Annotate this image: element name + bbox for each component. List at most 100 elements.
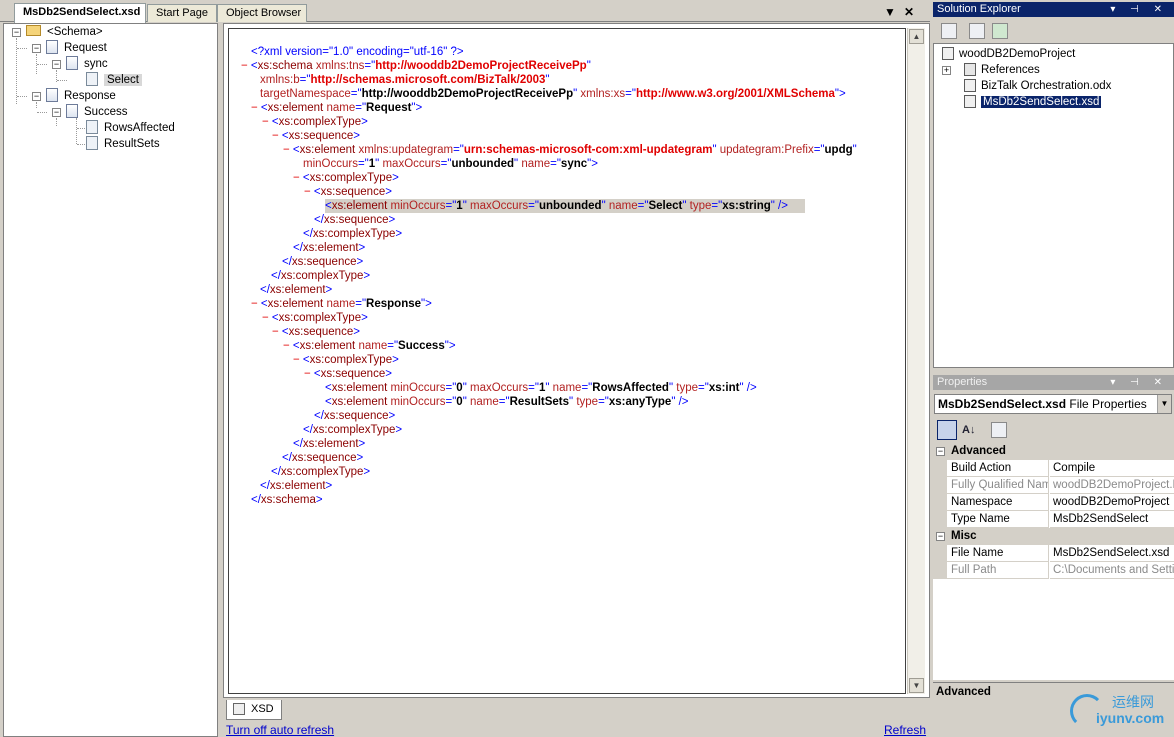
object-selector-dropdown[interactable]: MsDb2SendSelect.xsd File Properties ▼ bbox=[934, 394, 1172, 414]
xml-line: <xs:element minOccurs="0" name="ResultSe… bbox=[325, 396, 689, 408]
alphabetical-icon[interactable]: A↓ bbox=[962, 420, 980, 440]
tree-node-label: Request bbox=[64, 42, 107, 54]
tab-object-browser[interactable]: Object Browser bbox=[217, 4, 307, 22]
xml-line: </xs:element> bbox=[293, 242, 366, 254]
xml-line: <xs:element minOccurs="0" maxOccurs="1" … bbox=[325, 382, 757, 394]
collapse-toggle-schema[interactable]: − bbox=[12, 28, 21, 37]
field-element-icon bbox=[86, 136, 98, 150]
property-row[interactable]: Full PathC:\Documents and Settings bbox=[933, 562, 1174, 579]
xml-line: xmlns:b="http://schemas.microsoft.com/Bi… bbox=[260, 74, 550, 86]
tree-node-response[interactable]: Response bbox=[46, 88, 116, 104]
property-row[interactable]: Type Name MsDb2SendSelect bbox=[933, 511, 1174, 528]
properties-icon[interactable] bbox=[941, 23, 957, 39]
tree-node-success[interactable]: Success bbox=[66, 104, 127, 120]
collapse-toggle-success[interactable]: − bbox=[52, 108, 61, 117]
property-name: Namespace bbox=[947, 494, 1049, 511]
schema-file-node[interactable]: MsDb2SendSelect.xsd bbox=[964, 94, 1102, 110]
category-advanced[interactable]: − Advanced bbox=[933, 443, 1174, 460]
field-element-icon bbox=[86, 72, 98, 86]
record-icon bbox=[46, 88, 58, 102]
panel-controls[interactable]: ▾ ⊣ ✕ bbox=[1110, 2, 1168, 17]
category-misc[interactable]: − Misc bbox=[933, 528, 1174, 545]
chevron-down-icon[interactable]: ▼ bbox=[884, 5, 904, 19]
property-name: File Name bbox=[947, 545, 1049, 562]
xml-line: − <xs:sequence> bbox=[304, 186, 392, 198]
collapse-icon[interactable]: − bbox=[936, 532, 945, 541]
xml-line: </xs:element> bbox=[260, 480, 333, 492]
scroll-down-button[interactable]: ▼ bbox=[909, 678, 924, 693]
category-label: Advanced bbox=[951, 445, 1006, 457]
tree-node-label: RowsAffected bbox=[104, 122, 175, 134]
references-node[interactable]: References bbox=[964, 62, 1040, 78]
property-row[interactable]: Build Action Compile bbox=[933, 460, 1174, 477]
collapse-toggle-request[interactable]: − bbox=[32, 44, 41, 53]
categorized-icon[interactable] bbox=[937, 420, 957, 440]
xml-view[interactable]: <?xml version="1.0" encoding="utf-16" ?>… bbox=[228, 28, 906, 694]
schema-tree: − <Schema> − Request − sync Select − Res… bbox=[3, 23, 218, 737]
category-label: Misc bbox=[951, 530, 977, 542]
tab-xsd-view[interactable]: XSD bbox=[226, 700, 282, 720]
property-name: Build Action bbox=[947, 460, 1049, 477]
xml-line: − <xs:complexType> bbox=[262, 312, 368, 324]
xsd-file-icon bbox=[233, 703, 245, 715]
tab-start-page[interactable]: Start Page bbox=[147, 4, 217, 22]
collapse-toggle-sync[interactable]: − bbox=[52, 60, 61, 69]
chevron-down-icon[interactable]: ▼ bbox=[1157, 395, 1171, 413]
tree-node-label: Response bbox=[64, 90, 116, 102]
collapse-toggle-response[interactable]: − bbox=[32, 92, 41, 101]
vertical-scrollbar[interactable]: ▲ ▼ bbox=[907, 28, 925, 694]
refresh-icon[interactable] bbox=[992, 23, 1008, 39]
panel-title: Solution Explorer bbox=[937, 3, 1021, 15]
project-icon bbox=[942, 47, 954, 60]
tree-node-label: <Schema> bbox=[47, 26, 103, 38]
xml-line: targetNamespace="http://wooddb2DemoProje… bbox=[260, 88, 846, 100]
tree-node-label: Select bbox=[104, 74, 142, 86]
property-value: C:\Documents and Settings bbox=[1050, 562, 1174, 579]
turn-off-auto-refresh-link[interactable]: Turn off auto refresh bbox=[226, 723, 334, 737]
xml-line: − <xs:sequence> bbox=[272, 326, 360, 338]
refresh-link[interactable]: Refresh bbox=[884, 723, 926, 737]
project-node[interactable]: woodDB2DemoProject bbox=[942, 46, 1075, 62]
object-name: MsDb2SendSelect.xsd bbox=[938, 397, 1067, 411]
xml-line: </xs:sequence> bbox=[314, 410, 396, 422]
tree-node-resultsets[interactable]: ResultSets bbox=[86, 136, 160, 152]
xml-line: </xs:sequence> bbox=[282, 256, 364, 268]
xml-line: </xs:element> bbox=[260, 284, 333, 296]
xsd-editor-panel: <?xml version="1.0" encoding="utf-16" ?>… bbox=[223, 23, 930, 698]
node-label: MsDb2SendSelect.xsd bbox=[981, 96, 1102, 108]
tree-node-request[interactable]: Request bbox=[46, 40, 107, 56]
show-all-files-icon[interactable] bbox=[969, 23, 985, 39]
tab-msdb2sendselect-xsd[interactable]: MsDb2SendSelect.xsd bbox=[14, 3, 146, 23]
orchestration-node[interactable]: BizTalk Orchestration.odx bbox=[964, 78, 1111, 94]
tree-node-schema[interactable]: <Schema> bbox=[26, 24, 103, 40]
property-name: Full Path bbox=[947, 562, 1049, 579]
property-row[interactable]: Namespace woodDB2DemoProject bbox=[933, 494, 1174, 511]
property-value[interactable]: MsDb2SendSelect bbox=[1050, 511, 1174, 528]
scroll-up-button[interactable]: ▲ bbox=[909, 29, 924, 44]
tree-node-sync[interactable]: sync bbox=[66, 56, 108, 72]
property-row[interactable]: File Name MsDb2SendSelect.xsd bbox=[933, 545, 1174, 562]
field-element-icon bbox=[86, 120, 98, 134]
solution-explorer-titlebar: Solution Explorer ▾ ⊣ ✕ bbox=[933, 2, 1174, 17]
close-icon[interactable]: ✕ bbox=[904, 5, 922, 19]
property-value[interactable]: Compile bbox=[1050, 460, 1174, 477]
property-value[interactable]: woodDB2DemoProject bbox=[1050, 494, 1174, 511]
panel-controls[interactable]: ▾ ⊣ ✕ bbox=[1110, 375, 1168, 390]
property-pages-icon[interactable] bbox=[991, 422, 1007, 438]
property-row[interactable]: Fully Qualified NamewoodDB2DemoProject.M… bbox=[933, 477, 1174, 494]
expand-toggle-references[interactable]: + bbox=[942, 66, 951, 75]
tree-node-select[interactable]: Select bbox=[86, 72, 142, 88]
property-value: woodDB2DemoProject.Ms bbox=[1050, 477, 1174, 494]
xml-line: − <xs:complexType> bbox=[262, 116, 368, 128]
solution-explorer-toolbar bbox=[933, 18, 1174, 42]
collapse-icon[interactable]: − bbox=[936, 447, 945, 456]
property-value[interactable]: MsDb2SendSelect.xsd bbox=[1050, 545, 1174, 562]
xml-line: </xs:schema> bbox=[251, 494, 323, 506]
xml-line: </xs:complexType> bbox=[271, 270, 371, 282]
tree-node-rowsaffected[interactable]: RowsAffected bbox=[86, 120, 175, 136]
watermark-logo: 运维网 iyunv.com bbox=[1070, 690, 1174, 734]
tab-controls: ▼✕ bbox=[884, 5, 922, 19]
node-label: BizTalk Orchestration.odx bbox=[981, 80, 1112, 92]
xml-line-selected: <xs:element minOccurs="1" maxOccurs="unb… bbox=[325, 199, 805, 213]
tree-node-label: Success bbox=[84, 106, 128, 118]
